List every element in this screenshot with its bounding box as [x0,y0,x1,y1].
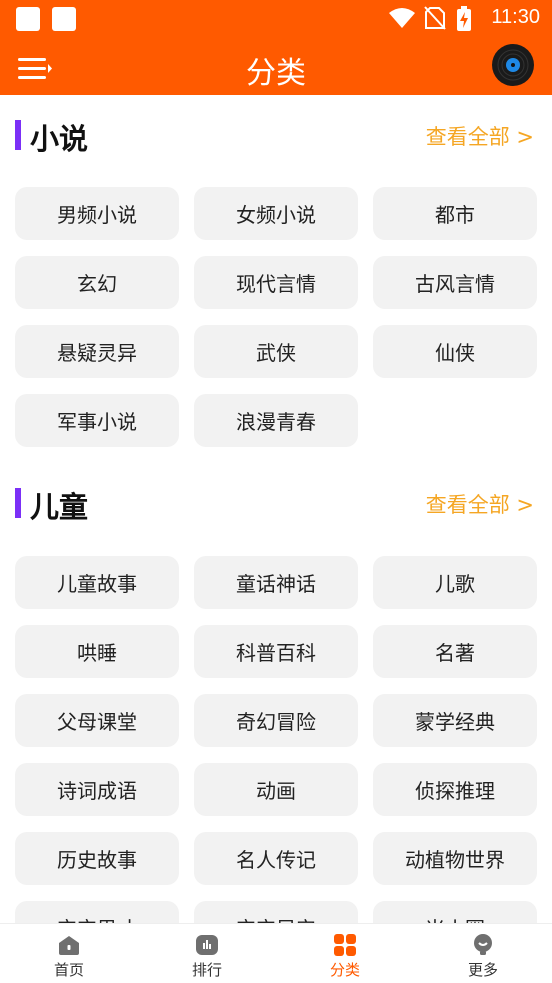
section-header-novel: 小说 查看全部 > [0,116,552,156]
more-icon [474,934,492,955]
category-chip[interactable]: 浪漫青春 [194,394,358,447]
view-all-link[interactable]: 查看全部 > [426,121,534,151]
category-chip[interactable]: 女频小说 [194,187,358,240]
category-chip[interactable]: 名人传记 [194,832,358,885]
category-chip[interactable]: 古风言情 [373,256,537,309]
category-chip[interactable]: 诗词成语 [15,763,179,816]
tab-label: 排行 [191,961,222,979]
tab-label: 分类 [329,961,360,979]
tab-category[interactable]: 分类 [276,924,414,983]
category-chip[interactable]: 宝宝早安 [194,901,358,923]
category-chip[interactable]: 动植物世界 [373,832,537,885]
wifi-icon [389,8,415,28]
tab-label: 更多 [467,961,498,979]
category-chip[interactable]: 名著 [373,625,537,678]
category-chip[interactable]: 历史故事 [15,832,179,885]
tab-more[interactable]: 更多 [414,924,552,983]
category-chip[interactable]: 动画 [194,763,358,816]
category-chip[interactable]: 宝宝思才 [15,901,179,923]
home-icon [59,936,79,955]
category-chip[interactable]: 童话神话 [194,556,358,609]
section-title: 儿童 [30,490,89,524]
player-disc-icon[interactable] [492,44,534,86]
section-title: 小说 [30,122,89,156]
section-header-children: 儿童 查看全部 > [0,484,552,524]
category-chip[interactable]: 儿歌 [373,556,537,609]
tab-label: 首页 [53,961,84,979]
category-chip[interactable]: 父母课堂 [15,694,179,747]
bottom-tab-bar: 首页 排行 分类 更多 [0,923,552,983]
tab-ranking[interactable]: 排行 [138,924,276,983]
category-chip[interactable]: 奇幻冒险 [194,694,358,747]
category-chip[interactable]: 米小圈 [373,901,537,923]
title-bar: 分类 [0,38,552,95]
category-chip[interactable]: 悬疑灵异 [15,325,179,378]
notification-icon [16,7,40,31]
section-accent-bar [15,120,21,150]
status-time: 11:30 [491,6,540,28]
ranking-icon [196,935,218,955]
category-chip[interactable]: 儿童故事 [15,556,179,609]
page-title: 分类 [246,56,306,91]
battery-charging-icon [457,6,471,31]
top-app-bar: 11:30 分类 [0,0,552,95]
category-chip[interactable]: 哄睡 [15,625,179,678]
category-chip[interactable]: 蒙学经典 [373,694,537,747]
category-chip[interactable]: 都市 [373,187,537,240]
category-icon [334,934,356,956]
category-chip[interactable]: 科普百科 [194,625,358,678]
category-chip[interactable]: 仙侠 [373,325,537,378]
section-accent-bar [15,488,21,518]
status-bar: 11:30 [0,0,552,38]
category-chip[interactable]: 侦探推理 [373,763,537,816]
category-chip[interactable]: 男频小说 [15,187,179,240]
no-sim-icon [424,6,446,30]
category-chip[interactable]: 军事小说 [15,394,179,447]
tab-home[interactable]: 首页 [0,924,138,983]
category-chip[interactable]: 现代言情 [194,256,358,309]
category-list[interactable]: 小说 查看全部 > 男频小说 女频小说 都市 玄幻 现代言情 古风言情 悬疑灵异… [0,95,552,923]
category-chip[interactable]: 玄幻 [15,256,179,309]
category-chip[interactable]: 武侠 [194,325,358,378]
notification-icon [52,7,76,31]
view-all-link[interactable]: 查看全部 > [426,489,534,519]
